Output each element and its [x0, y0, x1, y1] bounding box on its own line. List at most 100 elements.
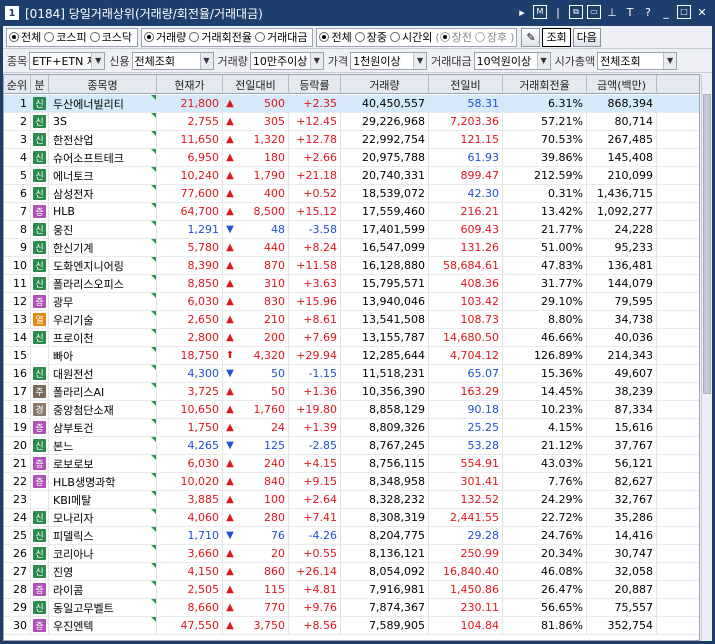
- stock-name-cell[interactable]: 모나리자: [49, 509, 157, 526]
- save-icon[interactable]: ▭: [587, 5, 601, 19]
- stock-name[interactable]: 한신기계: [53, 240, 93, 256]
- table-row[interactable]: 26 신 코리아나 3,660 ▲ 20 +0.55 8,136,121 250.99 20.34…: [4, 545, 699, 563]
- header-name[interactable]: 종목명: [49, 75, 157, 94]
- stock-name-cell[interactable]: 폴라리스AI: [49, 383, 157, 400]
- stock-name[interactable]: HLB생명과학: [53, 474, 115, 490]
- stock-name[interactable]: 폴라리스오피스: [53, 276, 124, 292]
- stock-name-cell[interactable]: 한신기계: [49, 239, 157, 256]
- stock-name[interactable]: 한전산업: [53, 132, 93, 148]
- stock-name-cell[interactable]: 슈어소프트테크: [49, 149, 157, 166]
- table-row[interactable]: 13 열 우리기술 2,650 ▲ 210 +8.61 13,541,508 108.73 8.8…: [4, 311, 699, 329]
- stock-name-cell[interactable]: 동일고무벨트: [49, 599, 157, 616]
- stock-name-cell[interactable]: HLB생명과학: [49, 473, 157, 490]
- stock-name[interactable]: 피델릭스: [53, 528, 93, 544]
- stock-name-cell[interactable]: 우진엔텍: [49, 617, 157, 634]
- minimize-icon[interactable]: _: [659, 5, 673, 19]
- vertical-scrollbar[interactable]: [701, 74, 712, 641]
- stock-name-cell[interactable]: 삼부토건: [49, 419, 157, 436]
- stock-name[interactable]: 본느: [53, 438, 73, 454]
- stock-name-cell[interactable]: KBI메탈: [49, 491, 157, 508]
- query-button[interactable]: 조회: [542, 27, 571, 47]
- table-row[interactable]: 12 증 광무 6,030 ▲ 830 +15.96 13,940,046 103.42 29.1…: [4, 293, 699, 311]
- table-row[interactable]: 19 증 삼부토건 1,750 ▲ 24 +1.39 8,809,326 25.25 4.15% 1…: [4, 419, 699, 437]
- metric-volume-radio[interactable]: 거래량: [144, 29, 186, 45]
- stock-name[interactable]: 로보로보: [53, 456, 93, 472]
- help-icon[interactable]: ?: [641, 5, 655, 19]
- header-change[interactable]: 전일대비: [223, 75, 289, 94]
- table-row[interactable]: 22 증 HLB생명과학 10,020 ▲ 840 +9.15 8,348,958 301.41…: [4, 473, 699, 491]
- stock-name[interactable]: 두산에너빌리티: [53, 96, 124, 112]
- table-row[interactable]: 16 신 대원전선 4,300 ▼ 50 -1.15 11,518,231 65.07 15.36…: [4, 365, 699, 383]
- stock-name[interactable]: 라이콤: [53, 582, 83, 598]
- stock-name[interactable]: 3S: [53, 115, 67, 128]
- table-row[interactable]: 17 주 폴라리스AI 3,725 ▲ 50 +1.36 10,356,390 163.29 14…: [4, 383, 699, 401]
- stock-name[interactable]: 도화엔지니어링: [53, 258, 124, 274]
- stock-name[interactable]: 광무: [53, 294, 73, 310]
- stock-name[interactable]: 삼부토건: [53, 420, 93, 436]
- table-row[interactable]: 15 빠아 18,750 ⬆ 4,320 +29.94 12,285,644 4,704.12…: [4, 347, 699, 365]
- table-row[interactable]: 8 신 웅진 1,291 ▼ 48 -3.58 17,401,599 609.43 21.77% 2…: [4, 221, 699, 239]
- table-row[interactable]: 14 신 프로이천 2,800 ▲ 200 +7.69 13,155,787 14,680.50…: [4, 329, 699, 347]
- price-filter-select[interactable]: 1천원이상 ▼: [350, 51, 428, 70]
- stock-name[interactable]: 진영: [53, 564, 73, 580]
- table-row[interactable]: 5 신 에너토크 10,240 ▲ 1,790 +21.18 20,740,331 899.47…: [4, 167, 699, 185]
- font-size-icon[interactable]: T: [623, 5, 637, 19]
- stock-name-cell[interactable]: 진영: [49, 563, 157, 580]
- stock-name-cell[interactable]: 코리아나: [49, 545, 157, 562]
- volume-filter-select[interactable]: 10만주이상 ▼: [249, 51, 324, 70]
- stock-name-cell[interactable]: 중앙첨단소재: [49, 401, 157, 418]
- stock-name-cell[interactable]: 광무: [49, 293, 157, 310]
- stock-name-cell[interactable]: 3S: [49, 113, 157, 130]
- header-volume[interactable]: 거래량: [341, 75, 429, 94]
- next-button[interactable]: 다음: [572, 27, 601, 47]
- stock-name[interactable]: 중앙첨단소재: [53, 402, 114, 418]
- market-kosdaq-radio[interactable]: 코스닥: [89, 29, 132, 45]
- cap-filter-select[interactable]: 전체조회 ▼: [597, 51, 678, 70]
- table-row[interactable]: 2 신 3S 2,755 ▲ 305 +12.45 29,226,968 7,203.36 57.…: [4, 113, 699, 131]
- stock-name-cell[interactable]: 라이콤: [49, 581, 157, 598]
- stock-name[interactable]: 대원전선: [53, 366, 93, 382]
- maximize-icon[interactable]: □: [677, 5, 691, 19]
- header-rate[interactable]: 등락률: [289, 75, 341, 94]
- metric-turnover-radio[interactable]: 거래회전율: [189, 29, 252, 45]
- stock-name[interactable]: HLB: [53, 205, 75, 218]
- table-row[interactable]: 18 경 중앙첨단소재 10,650 ▲ 1,760 +19.80 8,858,129 90.1…: [4, 401, 699, 419]
- table-row[interactable]: 27 신 진영 4,150 ▲ 860 +26.14 8,054,092 16,840.40 46…: [4, 563, 699, 581]
- stock-name[interactable]: 웅진: [53, 222, 73, 238]
- session-intraday-radio[interactable]: 장중: [354, 29, 387, 45]
- stock-name-cell[interactable]: 본느: [49, 437, 157, 454]
- table-row[interactable]: 29 신 동일고무벨트 8,660 ▲ 770 +9.76 7,874,367 230.11 56…: [4, 599, 699, 617]
- table-row[interactable]: 28 증 라이콤 2,505 ▲ 115 +4.81 7,916,981 1,450.86 26.…: [4, 581, 699, 599]
- scrollbar-thumb[interactable]: [703, 94, 711, 394]
- stock-name[interactable]: 코리아나: [53, 546, 93, 562]
- memo-icon[interactable]: M: [533, 5, 547, 19]
- close-icon[interactable]: ✕: [695, 5, 709, 19]
- stock-name[interactable]: 에너토크: [53, 168, 93, 184]
- table-row[interactable]: 25 신 피델릭스 1,710 ▼ 76 -4.26 8,204,775 29.28 24.76%…: [4, 527, 699, 545]
- stock-name-cell[interactable]: 웅진: [49, 221, 157, 238]
- stock-name-cell[interactable]: HLB: [49, 203, 157, 220]
- table-row[interactable]: 10 신 도화엔지니어링 8,390 ▲ 870 +11.58 16,128,880 58,68…: [4, 257, 699, 275]
- stock-name[interactable]: 빠아: [53, 348, 73, 364]
- stock-name-cell[interactable]: 도화엔지니어링: [49, 257, 157, 274]
- table-row[interactable]: 4 신 슈어소프트테크 6,950 ▲ 180 +2.66 20,975,788 61.93 39…: [4, 149, 699, 167]
- table-row[interactable]: 24 신 모나리자 4,060 ▲ 280 +7.41 8,308,319 2,441.55 22…: [4, 509, 699, 527]
- credit-filter-select[interactable]: 전체조회 ▼: [131, 51, 214, 70]
- stock-name-cell[interactable]: 피델릭스: [49, 527, 157, 544]
- header-category[interactable]: 분: [31, 75, 49, 94]
- window-number[interactable]: 1: [5, 6, 19, 20]
- stock-name[interactable]: 폴라리스AI: [53, 384, 104, 400]
- table-row[interactable]: 9 신 한신기계 5,780 ▲ 440 +8.24 16,547,099 131.26 51.0…: [4, 239, 699, 257]
- stock-name[interactable]: 모나리자: [53, 510, 93, 526]
- session-afterhours-radio[interactable]: 시간외: [389, 29, 432, 45]
- post-market-radio[interactable]: 장후: [474, 29, 507, 45]
- stock-filter-select[interactable]: ETF+ETN 제 ▼: [29, 51, 106, 70]
- stock-name[interactable]: 프로이천: [53, 330, 93, 346]
- pre-market-radio[interactable]: 장전: [439, 29, 472, 45]
- table-row[interactable]: 6 신 삼성전자 77,600 ▲ 400 +0.52 18,539,072 42.30 0.31…: [4, 185, 699, 203]
- stock-name[interactable]: 우리기술: [53, 312, 93, 328]
- market-all-radio[interactable]: 전체: [9, 29, 41, 45]
- header-amount[interactable]: 금액(백만): [587, 75, 657, 94]
- stock-name-cell[interactable]: 한전산업: [49, 131, 157, 148]
- stock-name-cell[interactable]: 에너토크: [49, 167, 157, 184]
